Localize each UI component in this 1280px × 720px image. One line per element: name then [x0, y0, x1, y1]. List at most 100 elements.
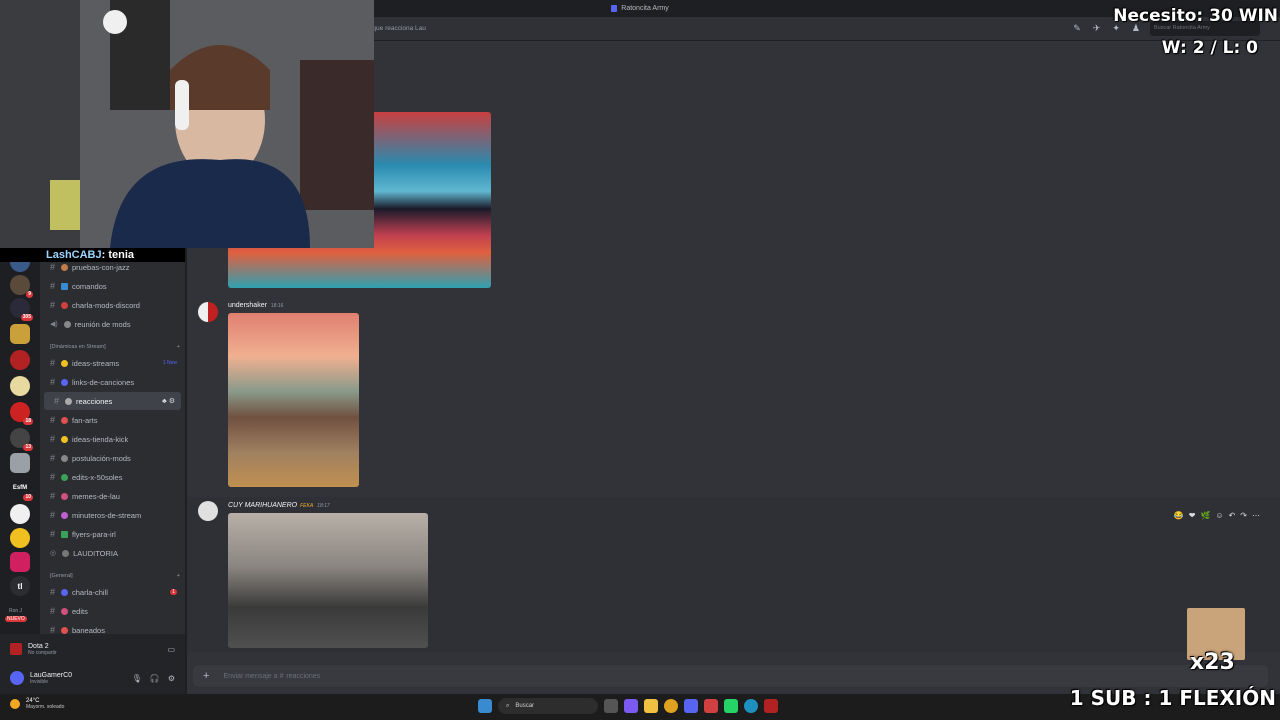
app-icon[interactable] [704, 699, 718, 713]
search-label: Buscar [515, 703, 535, 709]
server-icon-9[interactable] [10, 453, 30, 473]
hash-icon: # [50, 625, 56, 634]
channel-item[interactable]: # charla-mods-discord [40, 296, 185, 314]
add-reaction-icon[interactable]: ☺ [1215, 511, 1223, 520]
task-view-icon[interactable] [604, 699, 618, 713]
channel-item[interactable]: # flyers-para-irl [40, 525, 185, 543]
taskbar-search[interactable]: ⌕ Buscar [498, 698, 598, 714]
message-author[interactable]: CUY MARIHUANERO FEKA 18:17 [228, 502, 330, 509]
channel-emoji-icon [61, 473, 69, 481]
server-icon-5[interactable] [10, 350, 30, 370]
copilot-icon[interactable] [624, 699, 638, 713]
server-badge: 18 [23, 418, 33, 425]
reply-icon[interactable]: ↶ [1229, 511, 1236, 520]
channel-label: fan-arts [72, 415, 98, 425]
channel-topic: n que reacciona Lau [367, 25, 426, 32]
message-author[interactable]: undershaker 18:16 [228, 302, 283, 309]
channel-item[interactable]: # links-de-canciones [40, 373, 185, 391]
channel-item[interactable]: # memes-de-lau [40, 487, 185, 505]
discord-icon[interactable] [684, 699, 698, 713]
file-explorer-icon[interactable] [644, 699, 658, 713]
whatsapp-icon[interactable] [724, 699, 738, 713]
reaction-laugh-icon[interactable]: 😂 [1174, 511, 1184, 520]
channel-label: links-de-canciones [72, 377, 135, 387]
forward-icon[interactable]: ↷ [1240, 511, 1247, 520]
user-row[interactable]: LauGamerC0 Invisible 🎙 🎧 ⚙ [10, 666, 175, 690]
channel-item[interactable]: # edits-x-50soles [40, 468, 185, 486]
channel-item[interactable]: # fan-arts [40, 411, 185, 429]
channel-item[interactable]: # postulación-mods [40, 449, 185, 467]
channel-label: pruebas-con-jazz [72, 262, 130, 272]
avatar[interactable] [10, 671, 24, 685]
channel-emoji-icon [65, 397, 73, 405]
user-panel: Dota 2 No compartir ▭ LauGamerC0 Invisib… [0, 634, 185, 694]
avatar[interactable] [198, 302, 218, 322]
message-image-landscape[interactable] [228, 313, 359, 487]
channel-label: baneados [72, 625, 105, 635]
message-composer[interactable]: + Enviar mensaje a # reacciones [193, 665, 1268, 687]
message-image-streamer[interactable] [228, 513, 428, 648]
server-icon-8[interactable]: 13 [10, 428, 33, 451]
gear-icon[interactable]: ⚙ [168, 674, 175, 683]
channel-item[interactable]: # minuteros-de-stream [40, 506, 185, 524]
channel-item[interactable]: # baneados [40, 621, 185, 634]
server-icon-3[interactable]: 305 [10, 298, 33, 321]
server-icon-11[interactable] [10, 504, 30, 524]
server-icon-4[interactable] [10, 324, 30, 344]
activity-status: No compartir [28, 649, 57, 656]
hash-icon: # [50, 472, 56, 482]
server-icon-2[interactable]: 9 [10, 275, 33, 298]
microphone-icon[interactable]: 🎙 [132, 674, 142, 683]
channel-item[interactable]: ◀) reunión de mods [40, 315, 185, 333]
webcam-overlay [0, 0, 374, 248]
channel-emoji-icon [61, 378, 69, 386]
server-icon-12[interactable] [10, 528, 30, 548]
channel-item-active[interactable]: # reacciones ♣ ⚙ [44, 392, 181, 410]
stream-chat-line: LashCABJ : tenia [0, 248, 185, 262]
reaction-heart-icon[interactable]: ❤ [1189, 511, 1196, 520]
server-badge: 305 [20, 314, 33, 321]
channel-emoji-icon [61, 530, 69, 538]
hash-icon: # [50, 491, 56, 501]
avatar[interactable] [198, 501, 218, 521]
server-icon-10[interactable]: EsfM 10 [10, 478, 33, 501]
category-dynamics[interactable]: [Dinámicas en Stream] + [50, 344, 180, 350]
server-badge: 10 [23, 494, 33, 501]
windows-start-icon[interactable] [478, 699, 492, 713]
screen-share-icon[interactable]: ▭ [167, 645, 175, 654]
channel-label: ideas-streams [72, 358, 120, 368]
attach-icon[interactable]: + [203, 670, 209, 682]
channel-settings-icon[interactable]: ♣ ⚙ [162, 397, 175, 405]
server-label: tl [17, 581, 23, 591]
server-label-ron: Ron J [9, 608, 23, 614]
message-actions: 😂 ❤ 🌿 ☺ ↶ ↷ ⋯ [1174, 511, 1260, 520]
add-channel-icon[interactable]: + [177, 344, 180, 350]
channel-item[interactable]: # edits [40, 602, 185, 620]
server-icon-13[interactable] [10, 552, 30, 572]
notifications-icon[interactable]: ✈ [1093, 23, 1101, 34]
server-icon-6[interactable] [10, 376, 30, 396]
category-general[interactable]: [General] + [50, 573, 180, 579]
server-icon-14[interactable]: tl [10, 576, 30, 596]
channel-item[interactable]: # comandos [40, 277, 185, 295]
edge-icon[interactable] [744, 699, 758, 713]
channel-item[interactable]: # ideas-streams 1 New [40, 354, 185, 372]
dota-taskbar-icon[interactable] [764, 699, 778, 713]
server-icon-7[interactable]: 18 [10, 402, 33, 425]
threads-icon[interactable]: ✎ [1073, 23, 1081, 34]
channel-item[interactable]: ◎ LAUDITORIA [40, 544, 185, 562]
channel-list: # pruebas-con-jazz # comandos # charla-mods… [40, 248, 185, 634]
add-channel-icon[interactable]: + [177, 573, 180, 579]
more-icon[interactable]: ⋯ [1252, 511, 1260, 520]
channel-item[interactable]: # ideas-tienda-kick [40, 430, 185, 448]
weather-desc: Mayorm. soleado [26, 704, 65, 710]
activity-row[interactable]: Dota 2 No compartir ▭ [10, 638, 175, 660]
dota-icon [10, 643, 22, 655]
headphones-icon[interactable]: 🎧 [150, 674, 160, 683]
channel-label: memes-de-lau [72, 491, 120, 501]
reaction-leaf-icon[interactable]: 🌿 [1200, 511, 1210, 520]
channel-item[interactable]: # charla-chill 1 [40, 583, 185, 601]
overlay-sub-rule: 1 SUB : 1 FLEXIÓN [1069, 686, 1276, 710]
weather-widget[interactable]: 24°C Mayorm. soleado [10, 698, 64, 710]
chrome-icon[interactable] [664, 699, 678, 713]
